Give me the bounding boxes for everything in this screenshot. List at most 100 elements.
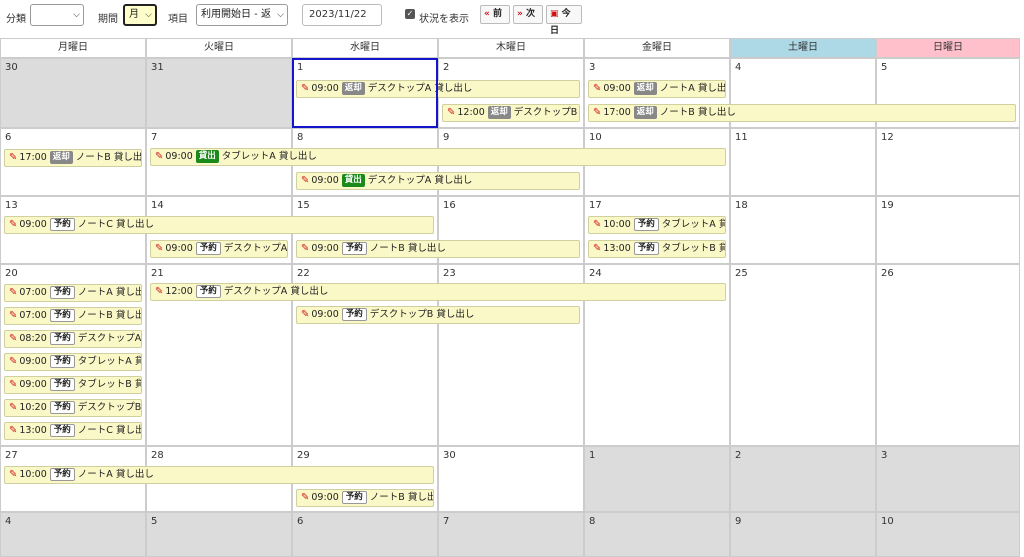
day-cell[interactable]: 11 — [730, 128, 876, 196]
day-cell[interactable]: 18 — [730, 196, 876, 264]
period-select[interactable]: 月 ⌵ — [123, 4, 157, 26]
event-title: デスクトップA 貸 — [223, 243, 288, 254]
edit-pencil-icon[interactable]: ✎ — [301, 243, 309, 254]
day-number: 28 — [151, 450, 164, 461]
calendar-event[interactable]: ✎09:00返却ノートA 貸し出し — [588, 80, 726, 98]
day-number: 13 — [5, 200, 18, 211]
edit-pencil-icon[interactable]: ✎ — [9, 219, 17, 230]
calendar-event[interactable]: ✎ 07:00 予約 ノートB 貸し出 — [4, 307, 142, 325]
next-button[interactable]: » 次 — [513, 5, 543, 24]
weekday-header-fri: 金曜日 — [584, 38, 730, 58]
calendar-event[interactable]: ✎08:20予約デスクトップA 貸 — [4, 330, 142, 348]
calendar-event[interactable]: ✎09:00予約タブレットA 貸し — [4, 353, 142, 371]
event-title: タブレットA 貸し — [661, 219, 725, 230]
status-badge: 返却 — [633, 82, 657, 95]
edit-pencil-icon[interactable]: ✎ — [155, 286, 163, 297]
day-cell[interactable]: 30 — [0, 58, 146, 128]
event-time: 09:00 — [311, 243, 339, 254]
day-cell[interactable]: 6 — [292, 512, 438, 557]
calendar-event[interactable]: ✎13:00予約タブレットB 貸し — [588, 240, 726, 258]
edit-pencil-icon[interactable]: ✎ — [447, 107, 455, 118]
today-button[interactable]: ▣ 今日 — [546, 5, 582, 36]
day-cell[interactable]: 26 — [876, 264, 1020, 446]
day-number: 11 — [735, 132, 748, 143]
toolbar: 分類 ⌵ 期間 月 ⌵ 項目 利用開始日 - 返 ⌵ 2023/11/22 ✓ … — [0, 0, 1024, 36]
calendar-event[interactable]: ✎09:00予約ノートB 貸し出し — [296, 240, 580, 258]
status-badge: 予約 — [633, 218, 659, 231]
calendar-event[interactable]: ✎10:00予約タブレットA 貸し — [588, 216, 726, 234]
day-cell[interactable]: 31 — [146, 58, 292, 128]
calendar-event[interactable]: ✎ 09:00 貸出 タブレットA 貸し出し — [150, 148, 726, 166]
event-time: 09:00 — [311, 492, 339, 503]
day-number: 7 — [443, 516, 450, 527]
calendar-event[interactable]: ✎ 10:00 予約 ノートA 貸し出し — [4, 466, 434, 484]
edit-pencil-icon[interactable]: ✎ — [301, 309, 309, 320]
edit-pencil-icon[interactable]: ✎ — [9, 333, 17, 344]
day-cell[interactable]: 4 — [0, 512, 146, 557]
calendar-event[interactable]: ✎ 09:00 貸出 デスクトップA 貸し出し — [296, 172, 580, 190]
edit-pencil-icon[interactable]: ✎ — [593, 107, 601, 118]
status-badge: 予約 — [341, 242, 367, 255]
edit-pencil-icon[interactable]: ✎ — [9, 469, 17, 480]
status-badge: 予約 — [49, 309, 75, 322]
day-cell[interactable]: 30 — [438, 446, 584, 512]
edit-pencil-icon[interactable]: ✎ — [593, 243, 601, 254]
day-number: 23 — [443, 268, 456, 279]
edit-pencil-icon[interactable]: ✎ — [593, 83, 601, 94]
calendar-event[interactable]: ✎17:00返却ノートB 貸し出し — [588, 104, 1016, 122]
item-select[interactable]: 利用開始日 - 返 ⌵ — [196, 4, 288, 26]
event-title: ノートB 貸し出 — [77, 310, 142, 321]
calendar-event[interactable]: ✎09:00予約ノートB 貸し出し — [296, 489, 434, 507]
day-number: 27 — [5, 450, 18, 461]
calendar-event[interactable]: ✎17:00返却ノートB 貸し出し — [4, 149, 142, 167]
day-cell[interactable]: 19 — [876, 196, 1020, 264]
calendar-event[interactable]: ✎09:00予約タブレットB 貸し — [4, 376, 142, 394]
calendar-event[interactable]: ✎ 09:00 予約 デスクトップB 貸し出し — [296, 306, 580, 324]
weekday-header-wed: 水曜日 — [292, 38, 438, 58]
edit-pencil-icon[interactable]: ✎ — [9, 287, 17, 298]
event-time: 09:00 — [311, 175, 339, 186]
edit-pencil-icon[interactable]: ✎ — [593, 219, 601, 230]
calendar-event[interactable]: ✎12:00返却デスクトップB 貸 — [442, 104, 580, 122]
edit-pencil-icon[interactable]: ✎ — [9, 402, 17, 413]
event-title: ノートB 貸し出し — [369, 243, 446, 254]
edit-pencil-icon[interactable]: ✎ — [9, 379, 17, 390]
calendar-event[interactable]: ✎07:00予約ノートA 貸し出し — [4, 284, 142, 302]
day-number: 8 — [297, 132, 304, 143]
edit-pencil-icon[interactable]: ✎ — [9, 356, 17, 367]
edit-pencil-icon[interactable]: ✎ — [301, 175, 309, 186]
day-cell[interactable]: 9 — [730, 512, 876, 557]
day-number: 30 — [443, 450, 456, 461]
day-cell[interactable]: 25 — [730, 264, 876, 446]
edit-pencil-icon[interactable]: ✎ — [9, 310, 17, 321]
weekday-header-sun: 日曜日 — [876, 38, 1020, 58]
calendar-event[interactable]: ✎09:00予約デスクトップA 貸 — [150, 240, 288, 258]
edit-pencil-icon[interactable]: ✎ — [9, 425, 17, 436]
day-cell[interactable]: 8 — [584, 512, 730, 557]
day-cell[interactable]: 7 — [438, 512, 584, 557]
day-number: 6 — [5, 132, 12, 143]
day-cell[interactable]: 1 — [584, 446, 730, 512]
event-time: 09:00 — [19, 219, 47, 230]
edit-pencil-icon[interactable]: ✎ — [301, 492, 309, 503]
edit-pencil-icon[interactable]: ✎ — [155, 151, 163, 162]
calendar-event[interactable]: ✎10:20予約デスクトップB 貸 — [4, 399, 142, 417]
day-cell[interactable]: 5 — [146, 512, 292, 557]
status-checkbox[interactable]: ✓ — [405, 9, 415, 19]
calendar-event[interactable]: ✎ 09:00 予約 ノートC 貸し出し — [4, 216, 434, 234]
day-cell[interactable]: 12 — [876, 128, 1020, 196]
prev-button[interactable]: « 前 — [480, 5, 510, 24]
event-title: デスクトップA 貸 — [77, 333, 142, 344]
day-cell[interactable]: 10 — [876, 512, 1020, 557]
day-cell[interactable]: 2 — [730, 446, 876, 512]
calendar-event[interactable]: ✎ 12:00 予約 デスクトップA 貸し出し — [150, 283, 726, 301]
category-select[interactable]: ⌵ — [30, 4, 84, 26]
status-badge: 貸出 — [195, 150, 219, 163]
calendar-event[interactable]: ✎ 13:00 予約 ノートC 貸し出 — [4, 422, 142, 440]
date-input[interactable]: 2023/11/22 — [302, 4, 382, 26]
day-number: 7 — [151, 132, 158, 143]
event-title: デスクトップA 貸し出し — [367, 175, 473, 186]
edit-pencil-icon[interactable]: ✎ — [9, 152, 17, 163]
day-cell[interactable]: 3 — [876, 446, 1020, 512]
edit-pencil-icon[interactable]: ✎ — [155, 243, 163, 254]
